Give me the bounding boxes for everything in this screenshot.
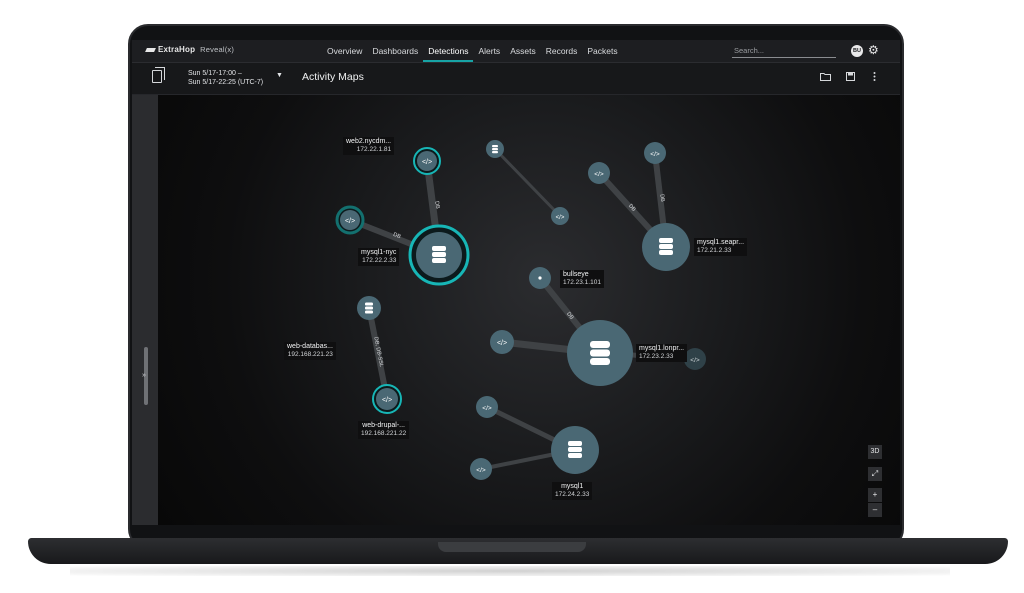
database-icon — [568, 441, 582, 458]
tab-detections[interactable]: Detections — [423, 40, 474, 62]
node-label-web-drupal: web-drupal-... 192.168.221.22 — [358, 421, 410, 439]
extrahop-logo-icon — [146, 46, 155, 54]
code-icon: </> — [556, 215, 565, 221]
user-avatar[interactable]: BU — [851, 45, 863, 57]
copy-document-icon[interactable] — [152, 67, 165, 83]
save-icon[interactable] — [846, 72, 855, 83]
code-icon: </> — [476, 467, 486, 474]
code-icon: </> — [497, 340, 507, 347]
page-header: Sun 5/17-17:00 – Sun 5/17-22:25 (UTC-7) … — [132, 63, 900, 95]
page-title: Activity Maps — [302, 71, 364, 83]
settings-gear-icon[interactable]: ⚙ — [868, 43, 879, 57]
time-range-selector[interactable]: Sun 5/17-17:00 – Sun 5/17-22:25 (UTC-7) — [188, 69, 263, 87]
tab-records[interactable]: Records — [541, 40, 583, 62]
activity-map-canvas[interactable]: </> </> </> </> </> </> </> </> </> </> … — [158, 95, 900, 525]
node-label-mysql1-lonpr: mysql1.lonpr... 172.23.2.33 — [636, 344, 688, 362]
fit-to-screen-icon[interactable]: ⤢ — [868, 467, 882, 481]
nav-tabs: Overview Dashboards Detections Alerts As… — [322, 40, 623, 62]
side-panel-rail: » — [132, 95, 158, 525]
database-icon — [365, 302, 373, 314]
dot-icon — [538, 276, 542, 280]
node-label-bullseye: bullseye 172.23.1.101 — [560, 270, 604, 288]
laptop-frame: ExtraHop Reveal(x) Overview Dashboards D… — [0, 0, 1024, 593]
database-icon — [659, 238, 673, 255]
node-label-mysql1-nyc: mysql1-nyc 172.22.2.33 — [358, 248, 400, 266]
open-folder-icon[interactable] — [820, 72, 831, 83]
node-label-mysql1: mysql1 172.24.2.33 — [552, 482, 593, 500]
tab-dashboards[interactable]: Dashboards — [367, 40, 423, 62]
code-icon: </> — [422, 159, 432, 166]
node-label-web2: web2.nycdm... 172.22.1.81 — [343, 137, 395, 155]
global-search-input[interactable]: Search... — [732, 44, 836, 58]
code-icon: </> — [690, 357, 700, 364]
product-name: Reveal(x) — [200, 45, 235, 54]
activity-map-graph: </> </> </> </> </> </> </> </> </> </> — [335, 140, 706, 480]
time-range-start: Sun 5/17-17:00 – — [188, 70, 242, 77]
code-icon: </> — [650, 151, 660, 158]
node-label-web-database: web-databas... 192.168.221.23 — [284, 342, 336, 360]
edge-db-client[interactable] — [493, 147, 562, 218]
edge-label-db: DB — [433, 200, 441, 210]
tab-alerts[interactable]: Alerts — [473, 40, 505, 62]
code-icon: </> — [382, 397, 392, 404]
brand-logo[interactable]: ExtraHop Reveal(x) — [146, 45, 234, 54]
time-range-end: Sun 5/17-22:25 (UTC-7) — [188, 79, 264, 86]
code-icon: </> — [345, 218, 355, 225]
database-icon — [432, 246, 446, 263]
view-3d-toggle[interactable]: 3D — [868, 445, 882, 459]
brand-name: ExtraHop — [158, 45, 196, 54]
more-options-icon[interactable] — [873, 72, 876, 83]
edge-label-db: DB — [658, 193, 666, 203]
code-icon: </> — [482, 405, 492, 412]
zoom-in-button[interactable]: + — [868, 488, 882, 502]
database-icon — [590, 341, 610, 365]
tab-packets[interactable]: Packets — [582, 40, 622, 62]
code-icon: </> — [594, 171, 604, 178]
top-navigation: ExtraHop Reveal(x) Overview Dashboards D… — [132, 40, 900, 63]
node-label-mysql1-seapr: mysql1.seapr... 172.21.2.33 — [694, 238, 748, 256]
tab-overview[interactable]: Overview — [322, 40, 367, 62]
database-icon — [492, 145, 498, 154]
expand-panel-chevron-icon[interactable]: » — [142, 372, 146, 379]
zoom-out-button[interactable]: – — [868, 503, 882, 517]
laptop-shadow — [70, 566, 950, 576]
tab-assets[interactable]: Assets — [505, 40, 541, 62]
time-range-caret-icon[interactable]: ▼ — [276, 72, 283, 79]
laptop-notch — [438, 542, 586, 552]
app-screen: ExtraHop Reveal(x) Overview Dashboards D… — [132, 40, 900, 525]
